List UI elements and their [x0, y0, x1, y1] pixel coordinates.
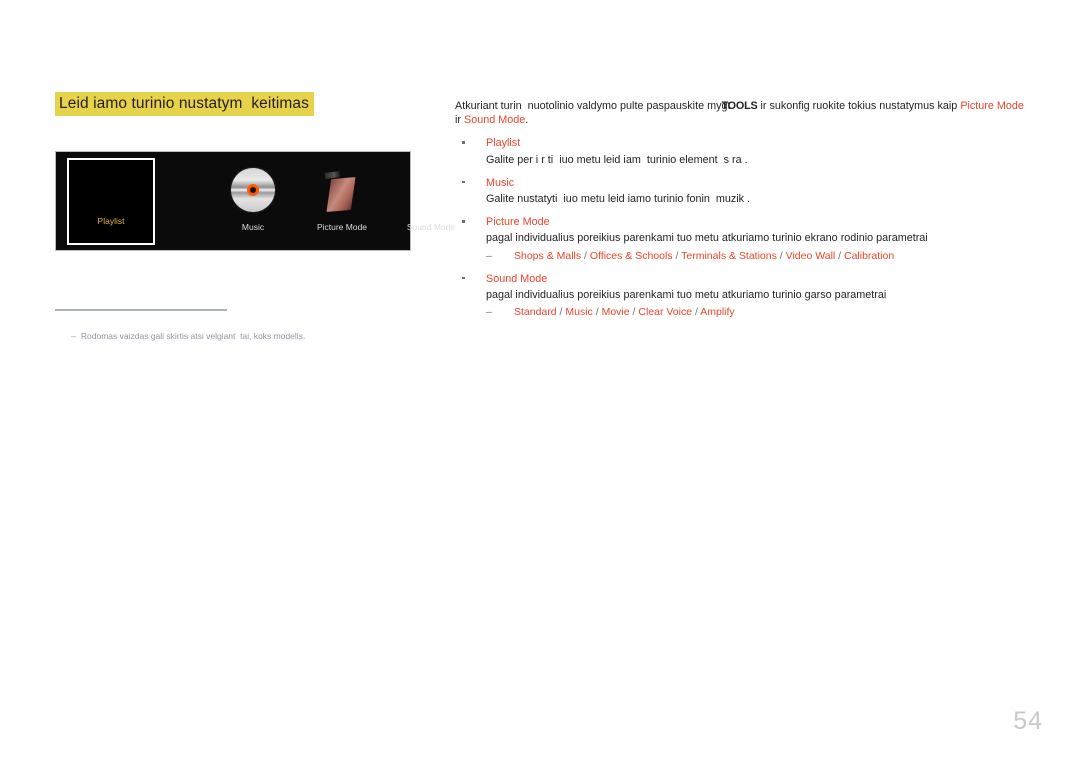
- lead-text-part1: Atkuriant turin nuotolinio valdymo pulte…: [455, 100, 731, 112]
- lead-period: .: [525, 114, 529, 127]
- bullet-desc-playlist: Galite per i r ti iuo metu leid iam turi…: [486, 153, 748, 166]
- option-item: Movie: [601, 306, 630, 319]
- bullet-dot-icon: [462, 180, 465, 184]
- footnote: – Rodomas vaizdas gali skirtis atsi velgi…: [57, 318, 427, 354]
- tile-picture-mode[interactable]: Picture Mode: [292, 152, 392, 250]
- cd-hole: [250, 187, 256, 193]
- screen-panel-icon: [319, 166, 365, 214]
- option-items-picture-mode: Shops & Malls / Offices & Schools / Term…: [514, 250, 894, 262]
- option-item: Terminals & Stations: [681, 249, 777, 262]
- option-separator: /: [776, 249, 786, 262]
- lead-link-sound-mode: Sound Mode: [464, 114, 526, 127]
- bullet-dot-icon: [462, 220, 465, 223]
- option-separator: /: [835, 249, 844, 262]
- lead-link-picture-mode: Picture Mode: [960, 100, 1024, 112]
- bullet-item-sound-mode: Sound Mode pagal individualius poreikius…: [455, 272, 1030, 319]
- bullet-title-picture-mode: Picture Mode: [486, 216, 550, 229]
- option-item: Clear Voice: [638, 306, 693, 319]
- device-ui-panel: Playlist Music Picture Mode Sound Mode: [55, 151, 455, 251]
- option-dash-icon: –: [486, 306, 492, 319]
- option-item: Music: [565, 306, 593, 319]
- lead-text-part2: ir sukonfig ruokite tokius nustatymus ka…: [757, 100, 961, 112]
- footnote-dash: –: [71, 331, 76, 341]
- option-item: Shops & Malls: [514, 249, 582, 262]
- page-title: Leid iamo turinio nustatym keitimas: [55, 92, 314, 116]
- page-number: 54: [1013, 707, 1043, 735]
- lead-paragraph: Atkuriant turin nuotolinio valdymo pulte…: [455, 99, 1030, 127]
- tools-button-reference: TOOLS: [721, 100, 758, 112]
- footnote-divider: [55, 309, 227, 311]
- cd-disc-icon: [231, 168, 275, 212]
- tile-playlist[interactable]: Playlist: [67, 158, 155, 245]
- option-item: Calibration: [844, 249, 895, 262]
- option-items-sound-mode: Standard / Music / Movie / Clear Voice /…: [514, 306, 735, 318]
- option-item: Offices & Schools: [589, 249, 673, 262]
- bullet-item-music: Music Galite nustatyti iuo metu leid iam…: [455, 176, 1030, 206]
- bullet-dot-icon: [462, 276, 465, 280]
- option-item: Amplify: [700, 306, 735, 319]
- tile-music-label: Music: [241, 222, 265, 232]
- bullet-item-playlist: Playlist Galite per i r ti iuo metu leid…: [455, 136, 1030, 166]
- tile-picture-mode-label: Picture Mode: [316, 222, 368, 232]
- right-column: Atkuriant turin nuotolinio valdymo pulte…: [455, 99, 1030, 319]
- footnote-text: Rodomas vaizdas gali skirtis atsi velgia…: [80, 331, 306, 341]
- option-item: Standard: [514, 306, 557, 319]
- tile-playlist-label: Playlist: [97, 216, 125, 226]
- bullet-desc-music: Galite nustatyti iuo metu leid iamo turi…: [486, 193, 751, 206]
- bullet-title-music: Music: [486, 176, 515, 189]
- bullet-desc-picture-mode: pagal individualius poreikius parenkami …: [486, 232, 928, 245]
- bullet-title-playlist: Playlist: [486, 137, 521, 150]
- manual-page: Leid iamo turinio nustatym keitimas Play…: [0, 0, 1080, 763]
- tile-music[interactable]: Music: [203, 152, 303, 250]
- option-list-sound-mode: – Standard / Music / Movie / Clear Voice…: [486, 305, 1030, 319]
- left-column: Leid iamo turinio nustatym keitimas Play…: [55, 92, 455, 341]
- option-separator: /: [581, 249, 590, 262]
- option-dash-icon: –: [486, 249, 492, 262]
- bullet-list: Playlist Galite per i r ti iuo metu leid…: [455, 136, 1030, 319]
- bullet-dot-icon: [462, 141, 465, 144]
- option-list-picture-mode: – Shops & Malls / Offices & Schools / Te…: [486, 249, 1030, 263]
- bullet-title-sound-mode: Sound Mode: [486, 272, 548, 285]
- screen-body: [326, 177, 356, 212]
- bullet-item-picture-mode: Picture Mode pagal individualius poreiki…: [455, 215, 1030, 262]
- option-separator: /: [592, 306, 602, 319]
- option-item: Video Wall: [785, 249, 836, 262]
- bullet-desc-sound-mode: pagal individualius poreikius parenkami …: [486, 288, 887, 301]
- option-separator: /: [672, 249, 682, 262]
